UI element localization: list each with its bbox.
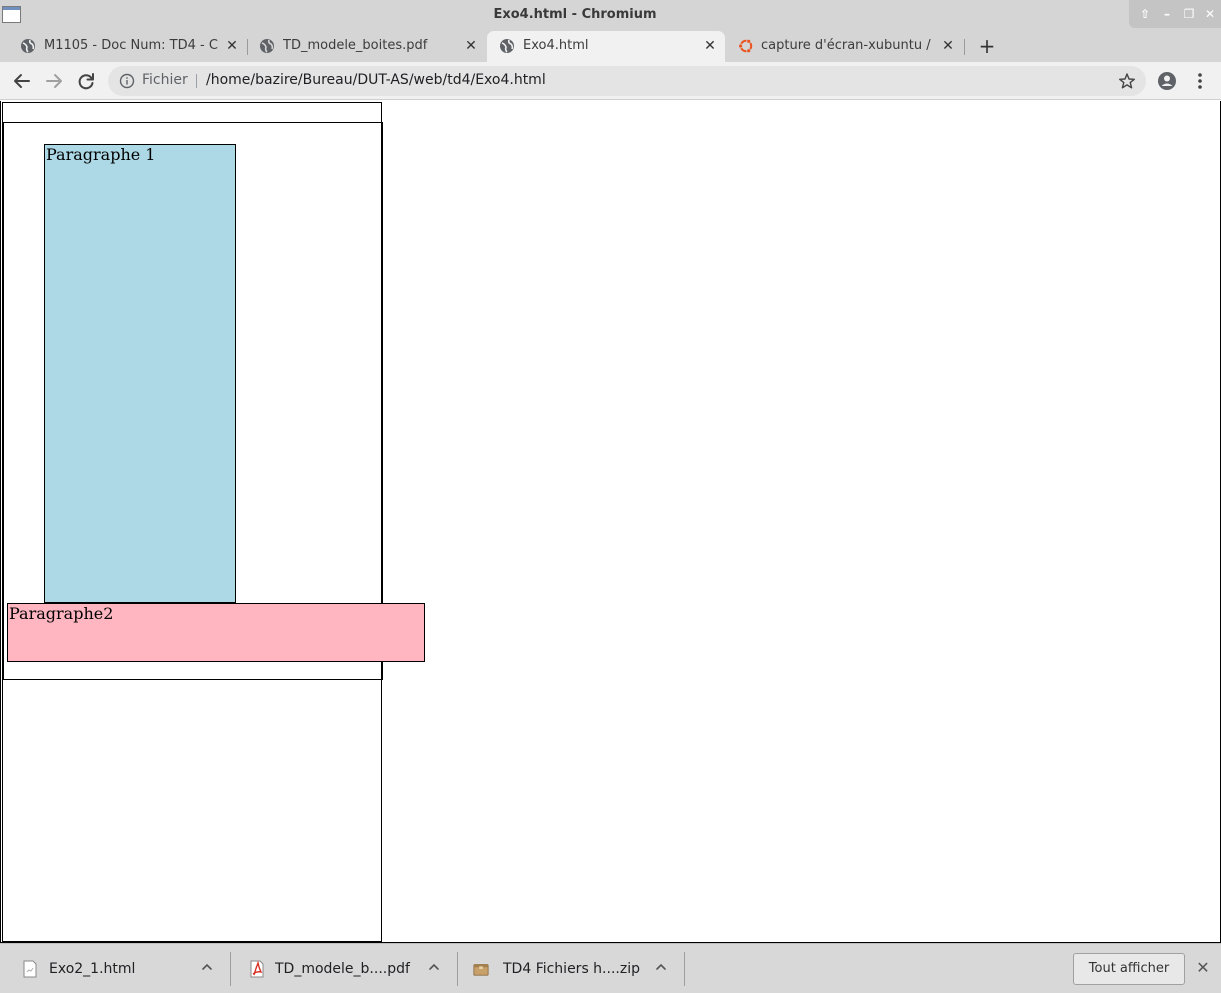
tab-close-button[interactable]: ✕ bbox=[463, 37, 479, 55]
paragraph-2: Paragraphe2 bbox=[7, 603, 425, 662]
tab-capture-xubuntu[interactable]: capture d'écran-xubuntu / ✕ bbox=[726, 31, 964, 62]
tab-close-button[interactable]: ✕ bbox=[224, 37, 240, 55]
window-controls: ⇧ – ❐ ✕ bbox=[1129, 0, 1221, 28]
page-viewport: Paragraphe 1 Paragraphe2 bbox=[0, 101, 1221, 943]
tab-exo4[interactable]: Exo4.html ✕ bbox=[487, 31, 725, 62]
info-icon[interactable] bbox=[119, 73, 135, 89]
download-item-td-modele[interactable]: TD_modele_b....pdf bbox=[231, 944, 457, 993]
tab-td-modele-boites[interactable]: TD_modele_boites.pdf ✕ bbox=[247, 31, 485, 62]
chevron-up-icon[interactable] bbox=[652, 958, 670, 976]
tab-strip: M1105 - Doc Num: TD4 - C ✕ TD_modele_boi… bbox=[0, 31, 1221, 62]
download-filename: TD_modele_b....pdf bbox=[275, 961, 410, 977]
show-all-downloads-button[interactable]: Tout afficher bbox=[1073, 953, 1185, 985]
minimize-button[interactable]: – bbox=[1159, 6, 1175, 22]
close-shelf-button[interactable]: ✕ bbox=[1194, 958, 1212, 978]
menu-dots-icon[interactable] bbox=[1189, 70, 1211, 92]
back-arrow-icon[interactable] bbox=[11, 70, 33, 92]
forward-arrow-icon[interactable] bbox=[43, 70, 65, 92]
globe-icon bbox=[21, 39, 35, 53]
profile-avatar-icon[interactable] bbox=[1156, 70, 1178, 92]
tab-close-button[interactable]: ✕ bbox=[940, 37, 956, 55]
zip-file-icon bbox=[473, 964, 489, 976]
new-tab-button[interactable]: + bbox=[977, 36, 997, 56]
tab-m1105[interactable]: M1105 - Doc Num: TD4 - C ✕ bbox=[8, 31, 246, 62]
html-file-icon bbox=[23, 960, 37, 978]
tab-separator bbox=[964, 39, 965, 55]
download-item-td4-zip[interactable]: TD4 Fichiers h....zip bbox=[458, 944, 684, 993]
close-window-button[interactable]: ✕ bbox=[1202, 6, 1218, 22]
globe-icon bbox=[260, 39, 274, 53]
tab-title: Exo4.html bbox=[523, 38, 589, 53]
reload-icon[interactable] bbox=[75, 70, 97, 92]
download-filename: Exo2_1.html bbox=[49, 961, 136, 977]
shade-button[interactable]: ⇧ bbox=[1137, 6, 1153, 22]
download-separator bbox=[684, 952, 685, 986]
tab-title: capture d'écran-xubuntu / bbox=[761, 38, 931, 53]
pdf-file-icon bbox=[250, 960, 264, 978]
globe-icon bbox=[500, 39, 514, 53]
ubuntu-icon bbox=[738, 38, 753, 54]
browser-toolbar: Fichier /home/bazire/Bureau/DUT-AS/web/t… bbox=[0, 62, 1221, 100]
omnibox-separator bbox=[196, 74, 197, 88]
url-text[interactable]: /home/bazire/Bureau/DUT-AS/web/td4/Exo4.… bbox=[206, 72, 546, 88]
address-bar[interactable]: Fichier /home/bazire/Bureau/DUT-AS/web/t… bbox=[108, 66, 1146, 96]
download-item-exo2[interactable]: Exo2_1.html bbox=[0, 944, 230, 993]
bookmark-star-icon[interactable] bbox=[1118, 72, 1136, 90]
window-titlebar: Exo4.html - Chromium ⇧ – ❐ ✕ bbox=[0, 0, 1221, 31]
tab-close-button[interactable]: ✕ bbox=[702, 37, 718, 55]
maximize-button[interactable]: ❐ bbox=[1181, 6, 1197, 22]
tab-title: M1105 - Doc Num: TD4 - C bbox=[44, 38, 218, 53]
download-shelf: Exo2_1.html TD_modele_b....pdf TD4 Fichi… bbox=[0, 943, 1221, 993]
chevron-up-icon[interactable] bbox=[425, 958, 443, 976]
download-filename: TD4 Fichiers h....zip bbox=[503, 961, 640, 977]
chevron-up-icon[interactable] bbox=[198, 958, 216, 976]
url-scheme-label: Fichier bbox=[142, 72, 188, 88]
paragraph-1: Paragraphe 1 bbox=[44, 144, 236, 603]
container-box: Paragraphe 1 Paragraphe2 bbox=[3, 122, 425, 680]
window-title: Exo4.html - Chromium bbox=[493, 7, 657, 22]
tab-title: TD_modele_boites.pdf bbox=[283, 38, 428, 53]
